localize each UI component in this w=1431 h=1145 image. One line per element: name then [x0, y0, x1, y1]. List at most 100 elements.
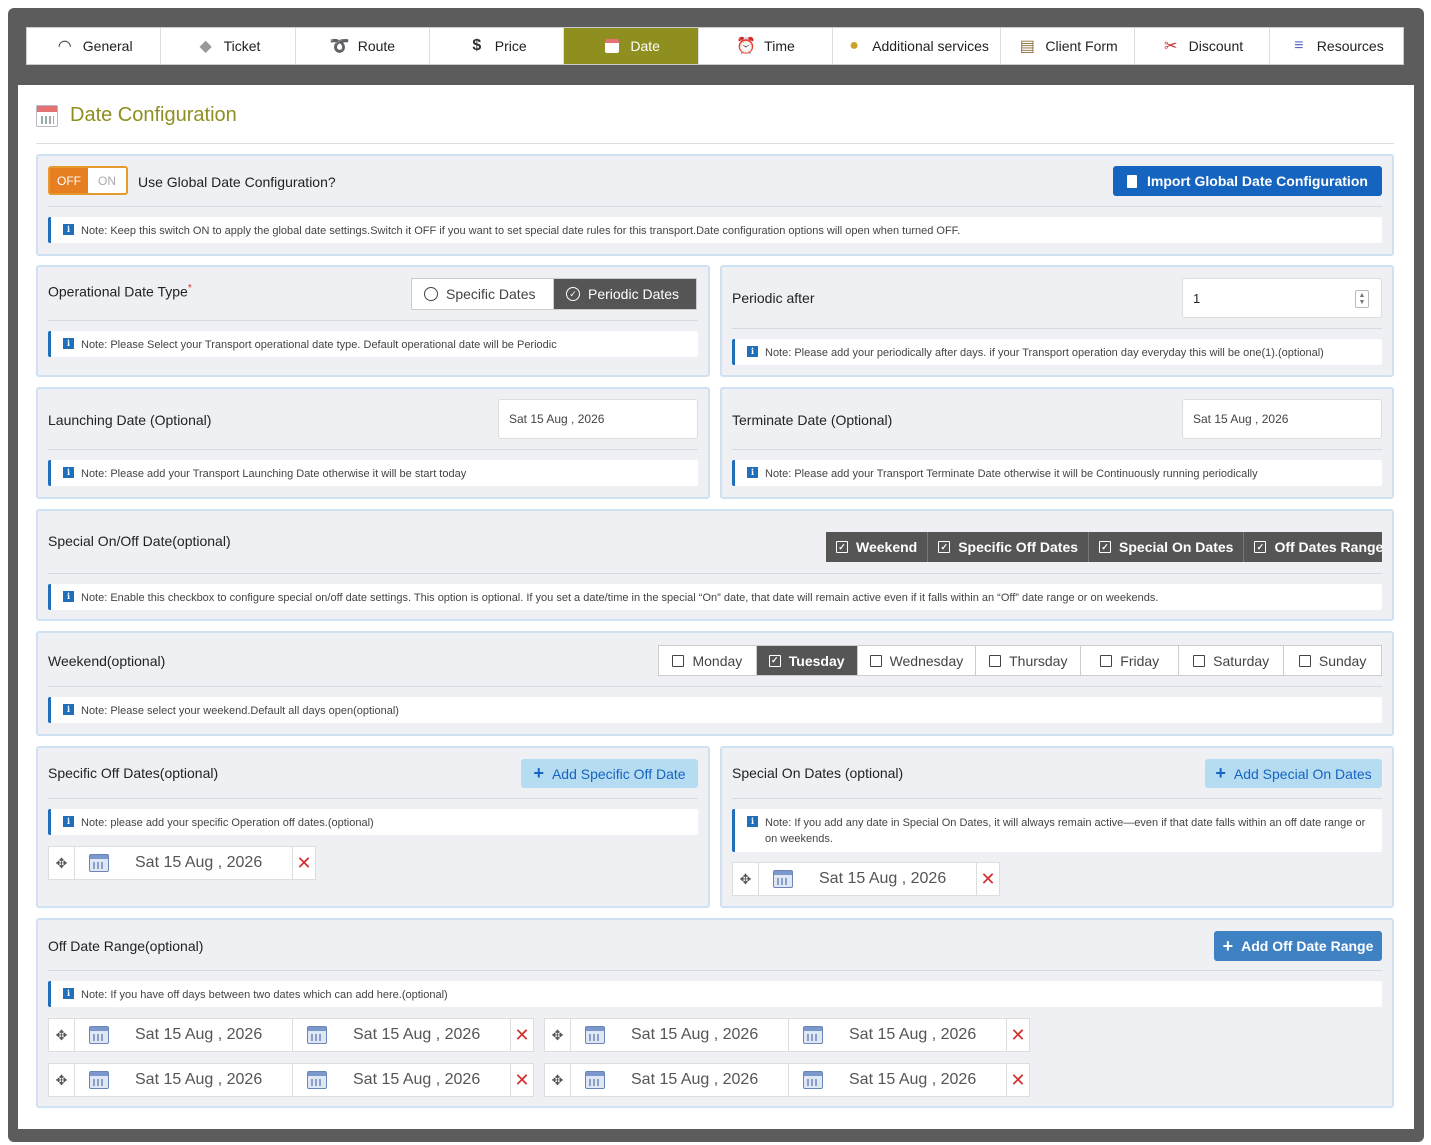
drag-handle-icon[interactable]: ✥: [545, 1064, 571, 1096]
drag-handle-icon[interactable]: ✥: [545, 1019, 571, 1051]
day-thursday[interactable]: Thursday: [976, 646, 1082, 675]
remove-icon[interactable]: ✕: [977, 869, 999, 890]
day-sunday[interactable]: Sunday: [1284, 646, 1381, 675]
route-icon: ➰: [329, 38, 350, 55]
periodic-label: Periodic after: [732, 290, 815, 306]
divider: [48, 449, 698, 450]
checkbox-icon: [869, 654, 882, 667]
note-text: Note: Please add your periodically after…: [765, 347, 1324, 359]
remove-icon[interactable]: ✕: [511, 1070, 533, 1091]
range-from-field[interactable]: Sat 15 Aug , 2026: [571, 1019, 789, 1051]
checkbox-off-dates-range[interactable]: ✓ Off Dates Range: [1244, 532, 1393, 562]
launching-label: Launching Date (Optional): [48, 412, 212, 428]
date-value: Sat 15 Aug , 2026: [135, 1026, 263, 1043]
tab-date[interactable]: Date: [564, 28, 699, 64]
info-icon: i: [63, 591, 74, 602]
tab-label: Time: [764, 38, 795, 54]
divider: [48, 206, 1382, 207]
tab-general[interactable]: ◠ General: [27, 28, 162, 64]
drag-handle-icon[interactable]: ✥: [733, 863, 759, 895]
range-to-field[interactable]: Sat 15 Aug , 2026: [789, 1019, 1007, 1051]
scissors-icon: ✂: [1163, 38, 1178, 55]
range-from-field[interactable]: Sat 15 Aug , 2026: [571, 1064, 789, 1096]
import-global-button[interactable]: Import Global Date Configuration: [1113, 166, 1382, 196]
day-tuesday[interactable]: ✓ Tuesday: [756, 646, 858, 675]
drag-handle-icon[interactable]: ✥: [49, 847, 75, 879]
range-to-field[interactable]: Sat 15 Aug , 2026: [293, 1019, 511, 1051]
tab-client-form[interactable]: ▤ Client Form: [1001, 28, 1136, 64]
divider: [36, 143, 1394, 144]
import-global-label: Import Global Date Configuration: [1147, 173, 1368, 189]
range-from-field[interactable]: Sat 15 Aug , 2026: [75, 1019, 293, 1051]
tab-bar: ◠ General ◆ Ticket ➰ Route $ Price Date ⏰ Tim…: [26, 27, 1404, 65]
day-saturday[interactable]: Saturday: [1179, 646, 1285, 675]
range-to-field[interactable]: Sat 15 Aug , 2026: [789, 1064, 1007, 1096]
dollar-icon: $: [472, 37, 482, 54]
operational-type-selector: Specific Dates ✓ Periodic Dates: [411, 278, 697, 310]
special-onoff-label: Special On/Off Date(optional): [48, 533, 231, 549]
tab-time[interactable]: ⏰ Time: [699, 28, 834, 64]
day-monday[interactable]: Monday: [659, 646, 757, 675]
add-specific-off-date-button[interactable]: + Add Specific Off Date: [521, 759, 698, 788]
periodic-input[interactable]: 1 ▲ ▼: [1182, 278, 1382, 318]
date-value: Sat 15 Aug , 2026: [849, 1026, 977, 1043]
remove-icon[interactable]: ✕: [293, 853, 315, 874]
tab-label: General: [82, 38, 133, 54]
date-field[interactable]: Sat 15 Aug , 2026: [75, 847, 293, 879]
date-value: Sat 15 Aug , 2026: [849, 1071, 977, 1088]
specific-off-label: Specific Off Dates(optional): [48, 765, 219, 781]
tab-additional-services[interactable]: ● Additional services: [833, 28, 1001, 64]
tab-discount[interactable]: ✂ Discount: [1135, 28, 1270, 64]
option-label: Specific Dates: [446, 286, 536, 302]
remove-icon[interactable]: ✕: [1007, 1025, 1029, 1046]
tab-label: Ticket: [223, 38, 261, 54]
option-periodic-dates[interactable]: ✓ Periodic Dates: [554, 279, 696, 309]
terminate-date-input[interactable]: Sat 15 Aug , 2026: [1182, 399, 1382, 439]
tab-label: Additional services: [872, 38, 989, 54]
tab-label: Resources: [1316, 38, 1384, 54]
remove-icon[interactable]: ✕: [511, 1025, 533, 1046]
off-range-label: Off Date Range(optional): [48, 938, 204, 954]
special-on-label: Special On Dates (optional): [732, 765, 904, 781]
required-mark: *: [187, 283, 192, 294]
date-value: Sat 15 Aug , 2026: [135, 854, 263, 871]
option-specific-dates[interactable]: Specific Dates: [412, 279, 554, 309]
day-label: Wednesday: [889, 652, 964, 669]
note-text: Note: Please Select your Transport opera…: [81, 339, 557, 351]
drag-handle-icon[interactable]: ✥: [49, 1064, 75, 1096]
checkbox-weekend[interactable]: ✓ Weekend: [826, 532, 929, 562]
info-icon: i: [747, 346, 758, 357]
tab-resources[interactable]: ≡ Resources: [1270, 28, 1403, 64]
number-spinner[interactable]: ▲ ▼: [1355, 290, 1369, 308]
add-off-date-range-button[interactable]: + Add Off Date Range: [1214, 931, 1382, 961]
date-field[interactable]: Sat 15 Aug , 2026: [759, 863, 977, 895]
day-label: Tuesday: [788, 652, 845, 669]
checkbox-special-on-dates[interactable]: ✓ Special On Dates: [1089, 532, 1245, 562]
launching-date-input[interactable]: Sat 15 Aug , 2026: [498, 399, 698, 439]
day-wednesday[interactable]: Wednesday: [858, 646, 977, 675]
checkbox-icon: [1298, 654, 1311, 667]
button-label: Add Specific Off Date: [551, 765, 686, 782]
range-to-field[interactable]: Sat 15 Aug , 2026: [293, 1064, 511, 1096]
drag-handle-icon[interactable]: ✥: [49, 1019, 75, 1051]
checkbox-specific-off-dates[interactable]: ✓ Specific Off Dates: [928, 532, 1090, 562]
calendar-icon: [307, 1026, 327, 1044]
remove-icon[interactable]: ✕: [1007, 1070, 1029, 1091]
toggle-off[interactable]: OFF: [50, 168, 88, 193]
tab-label: Client Form: [1045, 38, 1118, 54]
day-friday[interactable]: Friday: [1081, 646, 1180, 675]
tab-price[interactable]: $ Price: [430, 28, 565, 64]
operational-label: Operational Date Type*: [48, 283, 192, 300]
tab-ticket[interactable]: ◆ Ticket: [161, 28, 296, 64]
special-onoff-note: i Note: Enable this checkbox to configure…: [48, 584, 1382, 610]
add-special-on-dates-button[interactable]: + Add Special On Dates: [1205, 759, 1382, 788]
day-label: Saturday: [1213, 652, 1270, 669]
divider: [48, 320, 698, 321]
global-toggle[interactable]: OFF ON: [48, 166, 128, 195]
range-from-field[interactable]: Sat 15 Aug , 2026: [75, 1064, 293, 1096]
option-label: Weekend: [856, 539, 918, 555]
launching-note: i Note: Please add your Transport Launchi…: [48, 460, 698, 486]
calendar-icon: [36, 104, 58, 127]
tab-route[interactable]: ➰ Route: [296, 28, 431, 64]
toggle-on[interactable]: ON: [88, 168, 126, 193]
